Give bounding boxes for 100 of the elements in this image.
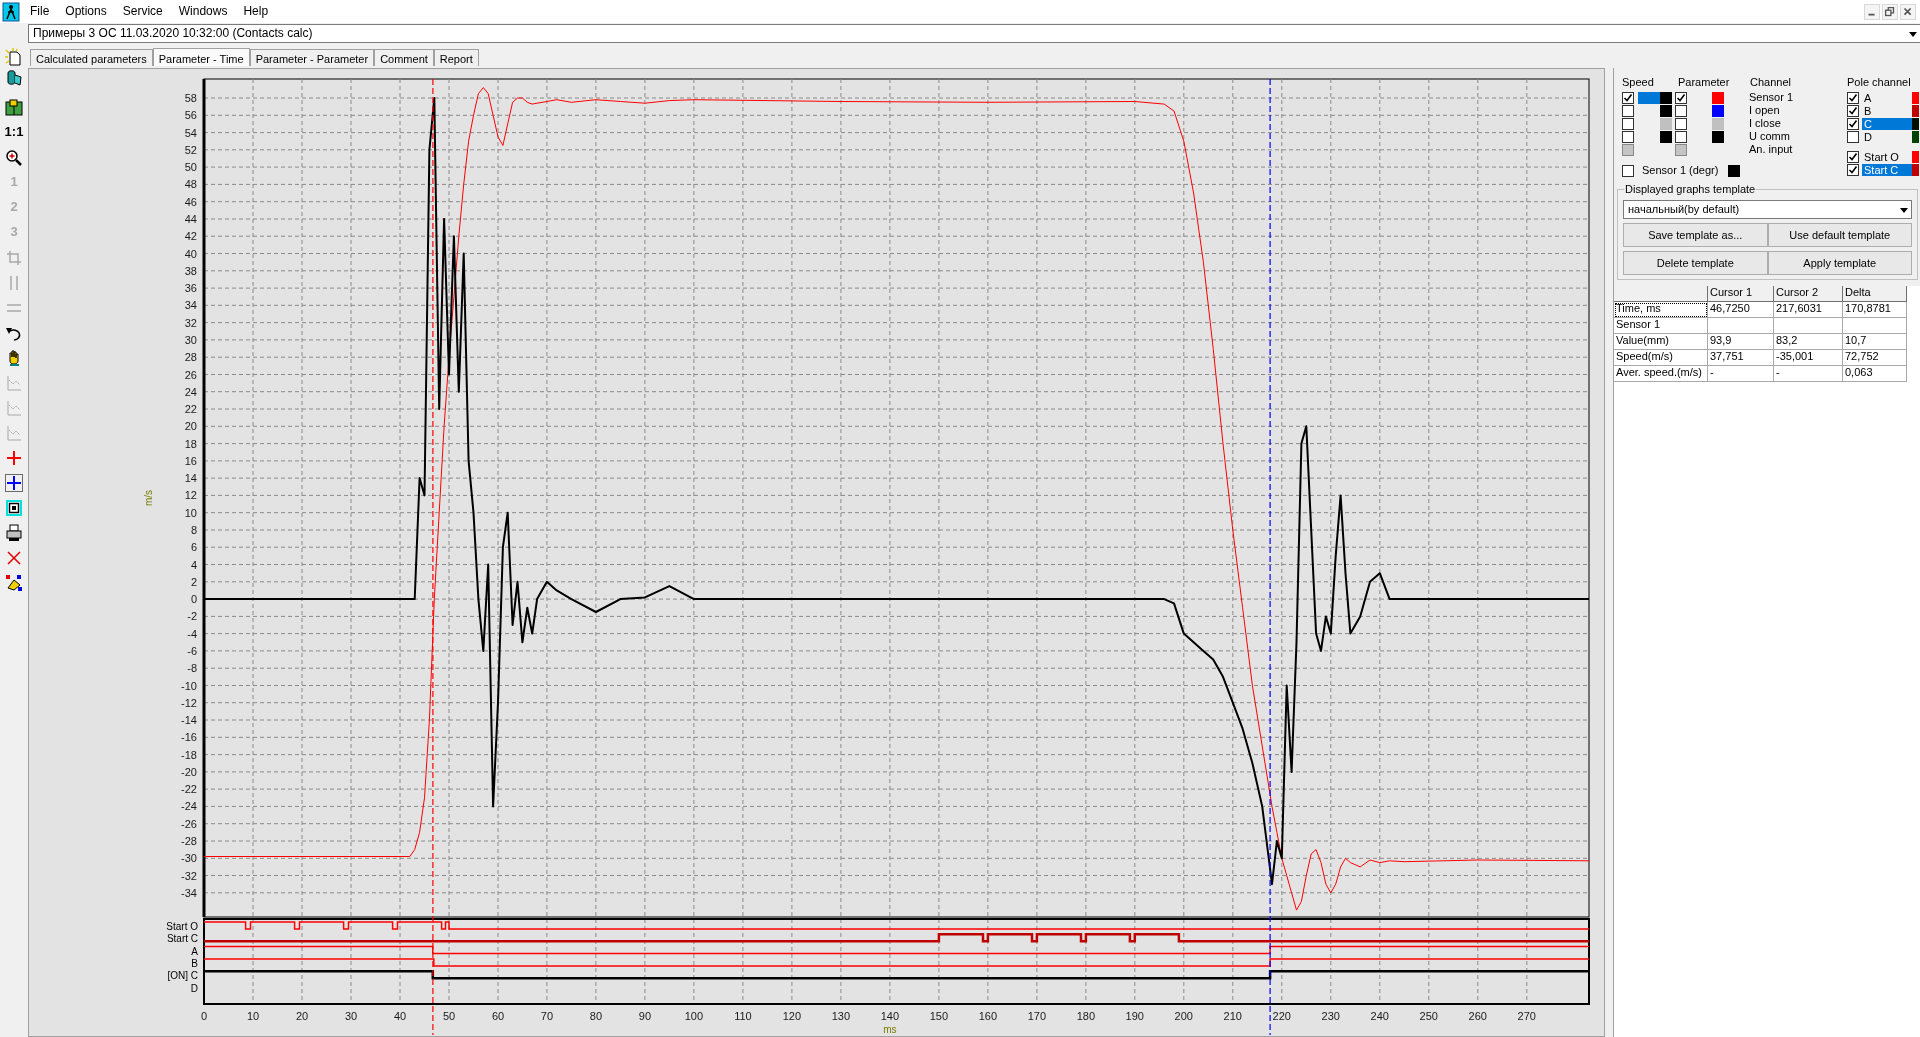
toolbar-button[interactable]: 1:1 — [4, 125, 24, 140]
document-select[interactable]: Примеры 3 ОС 11.03.2020 10:32:00 (Contacts calc) — [28, 24, 1920, 43]
tick-label: 26 — [184, 368, 197, 381]
channel-label[interactable]: D — [1862, 130, 1912, 143]
template-button[interactable]: Apply template — [1767, 251, 1912, 275]
cursor-line[interactable] — [1269, 78, 1271, 1035]
tick-label: 32 — [184, 316, 197, 329]
checkbox[interactable] — [1847, 163, 1859, 176]
tick-label: 54 — [184, 126, 197, 139]
tick-label: -16 — [181, 731, 197, 744]
tick-label: 10 — [246, 1010, 260, 1022]
menu-item[interactable]: Options — [57, 4, 115, 19]
channel-label: A — [191, 945, 198, 957]
zoom-in-icon[interactable] — [5, 148, 23, 167]
checkbox[interactable] — [1847, 150, 1859, 163]
template-select[interactable]: начальный(by default) — [1623, 200, 1912, 219]
menu-item[interactable]: File — [22, 4, 58, 19]
tick-label: -24 — [181, 800, 197, 813]
template-button[interactable]: Delete template — [1623, 251, 1768, 275]
tick-label: 120 — [782, 1010, 802, 1022]
tick-label: 70 — [540, 1010, 554, 1022]
close-icon[interactable] — [1900, 3, 1916, 20]
channel-label[interactable]: C — [1862, 117, 1912, 130]
tick-label: 190 — [1125, 1010, 1144, 1022]
tab[interactable]: Calculated parameters — [30, 49, 153, 66]
tick-label: -26 — [181, 817, 197, 830]
channel-name: An. input — [1749, 143, 1793, 156]
tick-label: 14 — [184, 472, 197, 485]
restore-icon[interactable] — [1882, 3, 1898, 20]
tick-label: 180 — [1076, 1010, 1096, 1022]
x-mark-icon[interactable] — [5, 548, 23, 567]
tick-label: 20 — [295, 1010, 309, 1022]
table-cell — [1708, 318, 1774, 334]
tick-label: -32 — [181, 869, 197, 882]
table-cell: 72,752 — [1843, 350, 1907, 366]
checkbox[interactable] — [1622, 164, 1634, 177]
channel-label[interactable]: A — [1862, 91, 1912, 104]
square-icon[interactable] — [5, 498, 23, 517]
menu-item[interactable]: Windows — [170, 4, 236, 19]
channel-label: [ON] C — [167, 970, 198, 982]
channel-label[interactable]: Start O — [1862, 150, 1912, 163]
tick-label: -12 — [181, 696, 197, 709]
row-header: Time, ms — [1614, 302, 1708, 318]
book-icon[interactable] — [5, 98, 23, 117]
tab[interactable]: Parameter - Time — [152, 48, 250, 66]
checkbox[interactable] — [1675, 130, 1687, 143]
tick-label: 24 — [184, 385, 197, 398]
channel-name: I open — [1749, 104, 1780, 117]
checkbox[interactable] — [1675, 117, 1687, 130]
template-button[interactable]: Use default template — [1767, 223, 1912, 247]
column-header: Delta — [1843, 286, 1907, 302]
document-icon[interactable] — [5, 47, 23, 66]
tick-label: 100 — [684, 1010, 704, 1022]
tick-label: 90 — [638, 1010, 652, 1022]
tick-label: -18 — [181, 748, 197, 761]
checkbox[interactable] — [1847, 130, 1859, 143]
checkbox[interactable] — [1622, 91, 1634, 104]
tick-label: 12 — [184, 489, 197, 502]
checkbox[interactable] — [1622, 130, 1634, 143]
table-cell: - — [1708, 366, 1774, 382]
menu-item[interactable]: Service — [114, 4, 171, 19]
tick-label: 30 — [344, 1010, 358, 1022]
table-cell: -35,001 — [1774, 350, 1843, 366]
menu-item[interactable]: Help — [235, 4, 277, 19]
tick-label: 58 — [184, 92, 197, 104]
cursor-line[interactable] — [432, 78, 434, 1035]
tick-label: 50 — [184, 161, 197, 174]
roll-icon[interactable] — [5, 69, 23, 87]
table-cell — [1774, 318, 1843, 334]
tick-label: -6 — [187, 644, 197, 657]
row-header: Aver. speed.(m/s) — [1614, 366, 1708, 382]
paint-icon[interactable] — [5, 573, 23, 592]
tick-label: 8 — [190, 524, 197, 536]
tick-label: 22 — [184, 403, 197, 415]
checkbox[interactable] — [1622, 104, 1634, 117]
checkbox[interactable] — [1675, 91, 1687, 104]
tick-label: 20 — [184, 420, 197, 433]
plus-icon[interactable] — [5, 448, 23, 467]
checkbox[interactable] — [1847, 91, 1859, 104]
table-cell: 37,751 — [1708, 350, 1774, 366]
tab[interactable]: Parameter - Parameter — [249, 49, 375, 66]
channel-label[interactable]: Start C — [1862, 163, 1912, 176]
table-cell: 10,7 — [1843, 334, 1907, 350]
tab[interactable]: Report — [433, 49, 479, 66]
printer-icon[interactable] — [5, 523, 23, 542]
plus-icon[interactable] — [5, 473, 23, 492]
tick-label: -8 — [187, 662, 197, 675]
tab[interactable]: Comment — [374, 49, 434, 66]
checkbox[interactable] — [1675, 104, 1687, 117]
checkbox[interactable] — [1847, 117, 1859, 130]
tick-label: -4 — [187, 627, 197, 640]
checkbox[interactable] — [1622, 117, 1634, 130]
channel-label[interactable]: B — [1862, 104, 1912, 117]
checkbox[interactable] — [1847, 104, 1859, 117]
template-button[interactable]: Save template as... — [1623, 223, 1768, 247]
tick-label: 270 — [1517, 1010, 1536, 1022]
table-cell: 0,063 — [1843, 366, 1907, 382]
tick-label: 210 — [1223, 1010, 1242, 1022]
tick-label: -28 — [181, 835, 197, 847]
table-cell: 46,7250 — [1708, 302, 1774, 318]
